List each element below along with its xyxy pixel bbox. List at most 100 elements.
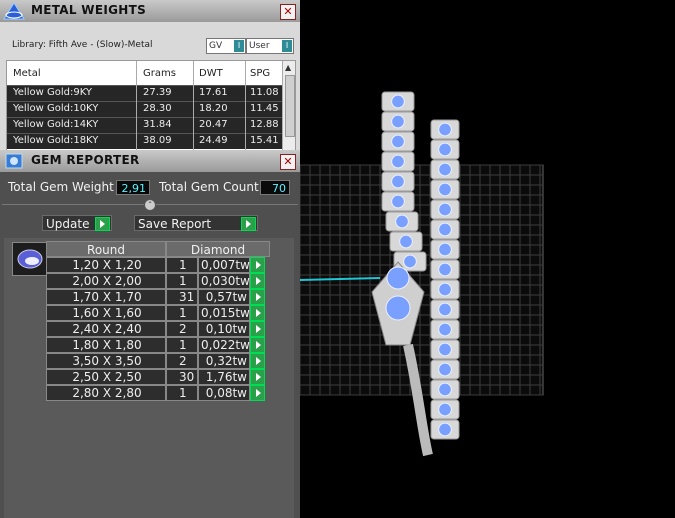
gem-stone <box>395 214 409 229</box>
gem-cell-weight: 0,022tw <box>198 337 250 353</box>
gem-row[interactable]: 2,80 X 2,80 1 0,08tw <box>46 385 272 401</box>
metal-cell-spg: 11.08 <box>250 87 279 98</box>
gem-row-go-icon[interactable] <box>250 257 265 273</box>
gem-row-go-icon[interactable] <box>250 273 265 289</box>
user-label: User <box>249 41 270 51</box>
total-gem-count-label: Total Gem Count <box>159 180 259 194</box>
gem-row[interactable]: 2,00 X 2,00 1 0,030tw <box>46 273 272 289</box>
center-gem <box>385 295 411 321</box>
gem-cell-count: 1 <box>166 337 198 353</box>
column-spg[interactable]: SPG <box>250 68 270 79</box>
column-grams[interactable]: Grams <box>143 68 176 79</box>
gem-row[interactable]: 1,70 X 1,70 31 0,57tw <box>46 289 272 305</box>
metal-weights-close-button[interactable]: ✕ <box>280 4 296 20</box>
gem-reporter-title: GEM REPORTER <box>31 153 140 167</box>
gem-stone <box>438 222 452 237</box>
gem-stone <box>391 114 405 129</box>
collapse-toggle-icon[interactable]: ⌃ <box>144 199 156 211</box>
gem-stone <box>438 342 452 357</box>
gem-row[interactable]: 1,20 X 1,20 1 0,007tw <box>46 257 272 273</box>
gem-cell-count: 2 <box>166 321 198 337</box>
gem-cell-weight: 0,030tw <box>198 273 250 289</box>
gem-cell-weight: 1,76tw <box>198 369 250 385</box>
metal-cell-grams: 38.09 <box>143 135 172 146</box>
save-report-go-icon <box>241 217 256 231</box>
gem-row[interactable]: 2,50 X 2,50 30 1,76tw <box>46 369 272 385</box>
gem-stone <box>438 422 452 437</box>
gem-cell-count: 30 <box>166 369 198 385</box>
scroll-thumb[interactable] <box>285 75 295 137</box>
gem-row-go-icon[interactable] <box>250 353 265 369</box>
update-button[interactable]: Update <box>42 215 112 231</box>
gem-stone <box>438 322 452 337</box>
gem-cell-weight: 0,007tw <box>198 257 250 273</box>
metal-row[interactable]: Yellow Gold:9KY 27.39 17.61 11.08 <box>7 85 283 101</box>
scroll-up-icon[interactable]: ▲ <box>285 63 291 72</box>
gem-stone <box>438 262 452 277</box>
gem-cell-size: 2,40 X 2,40 <box>46 321 166 337</box>
gem-cell-weight: 0,10tw <box>198 321 250 337</box>
gem-row-go-icon[interactable] <box>250 385 265 401</box>
total-gem-count-value: 70 <box>260 180 290 195</box>
update-go-icon <box>95 217 110 231</box>
gem-row[interactable]: 1,80 X 1,80 1 0,022tw <box>46 337 272 353</box>
column-dwt[interactable]: DWT <box>199 68 223 79</box>
metal-weights-titlebar[interactable]: METAL WEIGHTS ✕ <box>0 0 300 23</box>
gv-label: GV <box>209 41 223 51</box>
gem-reporter-body: Total Gem Weight 2,91 Total Gem Count 70… <box>0 172 300 518</box>
metal-weights-body: Library: Fifth Ave - (Slow)-Metal GV I U… <box>0 22 300 170</box>
total-gem-weight-value: 2,91 <box>116 180 150 195</box>
gem-report-icon <box>5 153 23 169</box>
gem-reporter-titlebar[interactable]: GEM REPORTER ✕ <box>0 150 300 173</box>
library-label: Library: Fifth Ave - (Slow)-Metal <box>12 40 153 50</box>
gem-cell-count: 1 <box>166 257 198 273</box>
column-metal[interactable]: Metal <box>13 68 41 79</box>
gem-cell-weight: 0,015tw <box>198 305 250 321</box>
gem-stone <box>438 142 452 157</box>
gem-stone <box>391 94 405 109</box>
user-toggle[interactable]: User I <box>246 38 294 54</box>
metal-weights-title: METAL WEIGHTS <box>31 3 147 17</box>
gem-stone <box>438 282 452 297</box>
metal-cell-spg: 15.41 <box>250 135 279 146</box>
metal-row[interactable]: Yellow Gold:10KY 28.30 18.20 11.45 <box>7 101 283 117</box>
round-gem-icon[interactable] <box>12 242 48 276</box>
gem-cell-weight: 0,08tw <box>198 385 250 401</box>
gem-stone <box>391 134 405 149</box>
gem-cell-count: 1 <box>166 385 198 401</box>
metal-cell-metal: Yellow Gold:10KY <box>13 103 99 114</box>
gem-cell-size: 1,20 X 1,20 <box>46 257 166 273</box>
gem-stone <box>438 402 452 417</box>
gem-cell-size: 2,80 X 2,80 <box>46 385 166 401</box>
metal-cell-spg: 11.45 <box>250 103 279 114</box>
gem-stone <box>438 122 452 137</box>
ring-3d-render[interactable] <box>300 0 675 518</box>
metal-cell-metal: Yellow Gold:18KY <box>13 135 99 146</box>
metal-row[interactable]: Yellow Gold:14KY 31.84 20.47 12.88 <box>7 117 283 133</box>
gem-row[interactable]: 1,60 X 1,60 1 0,015tw <box>46 305 272 321</box>
gem-cell-size: 1,80 X 1,80 <box>46 337 166 353</box>
save-report-button[interactable]: Save Report <box>134 215 258 231</box>
metal-cell-dwt: 20.47 <box>199 119 228 130</box>
gem-row-go-icon[interactable] <box>250 321 265 337</box>
gem-row[interactable]: 2,40 X 2,40 2 0,10tw <box>46 321 272 337</box>
metal-row[interactable]: Yellow Gold:18KY 38.09 24.49 15.41 <box>7 133 283 149</box>
gem-row-go-icon[interactable] <box>250 369 265 385</box>
left-panel: METAL WEIGHTS ✕ Library: Fifth Ave - (Sl… <box>0 0 300 518</box>
gem-stone <box>391 174 405 189</box>
gv-toggle[interactable]: GV I <box>206 38 246 54</box>
update-button-label: Update <box>46 217 90 231</box>
gem-row-go-icon[interactable] <box>250 305 265 321</box>
metal-cell-grams: 27.39 <box>143 87 172 98</box>
gem-row-go-icon[interactable] <box>250 337 265 353</box>
save-report-button-label: Save Report <box>138 217 212 231</box>
gem-stone <box>391 194 405 209</box>
gem-cell-size: 1,60 X 1,60 <box>46 305 166 321</box>
gem-cell-count: 2 <box>166 353 198 369</box>
gem-reporter-close-button[interactable]: ✕ <box>280 154 296 170</box>
metal-cell-dwt: 18.20 <box>199 103 228 114</box>
gem-row[interactable]: 3,50 X 3,50 2 0,32tw <box>46 353 272 369</box>
gem-row-go-icon[interactable] <box>250 289 265 305</box>
gem-stone <box>399 234 413 249</box>
gem-list-area: Round Diamond 1,20 X 1,20 1 0,007tw 2,00 X … <box>4 238 294 518</box>
